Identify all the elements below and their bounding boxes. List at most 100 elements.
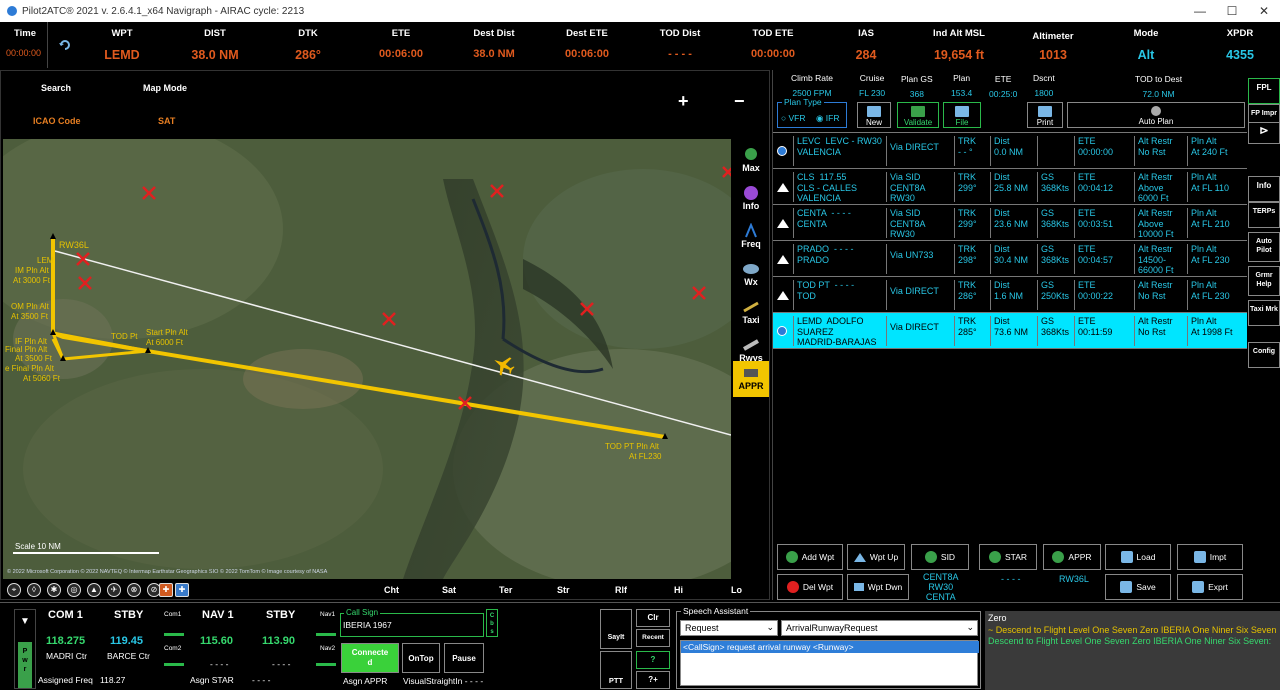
com1-freq[interactable]: 118.275 xyxy=(46,635,85,647)
maximize-button[interactable]: ☐ xyxy=(1216,4,1248,18)
minimize-button[interactable]: — xyxy=(1184,4,1216,18)
file-button[interactable]: File xyxy=(943,102,981,128)
fpl-button[interactable]: FPL xyxy=(1248,78,1280,104)
gear-icon[interactable]: ✱ xyxy=(47,583,61,597)
close-button[interactable]: ✕ xyxy=(1248,4,1280,18)
cbs-button[interactable]: C b s xyxy=(486,609,498,637)
speech-phrase-select[interactable]: ArrivalRunwayRequest ⌄ xyxy=(781,620,978,636)
leg-row[interactable]: CLS 117.55 CLS - CALLES VALENCIA Via SID… xyxy=(773,169,1247,205)
vor-icon[interactable]: ◎ xyxy=(67,583,81,597)
info-side-button[interactable]: Info xyxy=(1248,176,1280,202)
pause-button[interactable]: Pause xyxy=(444,643,484,673)
add-wpt-button[interactable]: Add Wpt xyxy=(777,544,843,570)
leg-row[interactable]: TOD PT - - - - TOD Via DIRECT TRK 286° D… xyxy=(773,277,1247,313)
impt-button[interactable]: Impt xyxy=(1177,544,1243,570)
waypoint-up-icon xyxy=(777,182,789,192)
chart-cht-button[interactable]: Cht xyxy=(384,585,399,595)
leg-row[interactable]: PRADO - - - - PRADO Via UN733 TRK 298° D… xyxy=(773,241,1247,277)
exprt-button[interactable]: Exprt xyxy=(1177,574,1243,600)
max-button[interactable]: Max xyxy=(733,143,769,179)
del-wpt-button[interactable]: Del Wpt xyxy=(777,574,843,600)
autopilot-button[interactable]: Auto Pilot xyxy=(1248,232,1280,262)
appr-button[interactable]: APPR xyxy=(733,361,769,397)
chart-sat-button[interactable]: Sat xyxy=(442,585,456,595)
speech-suggestions[interactable]: <CallSign> request arrival runway <Runwa… xyxy=(680,640,979,686)
freq-button[interactable]: Freq xyxy=(733,219,769,255)
chart-rlf-button[interactable]: Rlf xyxy=(615,585,627,595)
auto-plan-button[interactable]: Auto Plan xyxy=(1067,102,1245,128)
config-button[interactable]: Config xyxy=(1248,342,1280,368)
save-button[interactable]: Save xyxy=(1105,574,1171,600)
chart-lo-button[interactable]: Lo xyxy=(731,585,742,595)
terps-button[interactable]: TERPs xyxy=(1248,202,1280,228)
print-button[interactable]: Print xyxy=(1027,102,1063,128)
plan-climb-rate: Climb Rate 2500 FPM xyxy=(791,73,834,98)
satellite-map[interactable]: RW36L LEM IM Pln Alt At 3000 Ft OM Pln A… xyxy=(3,139,731,579)
clr-button[interactable]: Clr xyxy=(636,609,670,627)
airport-blue-icon[interactable]: ✚ xyxy=(175,583,189,597)
speech-suggestion-item[interactable]: <CallSign> request arrival runway <Runwa… xyxy=(681,641,979,653)
validate-button[interactable]: Validate xyxy=(897,102,939,128)
chart-ter-button[interactable]: Ter xyxy=(499,585,512,595)
time-label: Time xyxy=(14,28,37,39)
sayit-button[interactable]: SayIt xyxy=(600,609,632,649)
taxi-button[interactable]: Taxi xyxy=(733,295,769,331)
wpt-up-button[interactable]: Wpt Up xyxy=(847,544,905,570)
grammar-help-button[interactable]: Grmr Help xyxy=(1248,266,1280,296)
sid-button[interactable]: SID xyxy=(911,544,969,570)
leg-row-selected[interactable]: LEMD ADOLFO SUAREZ MADRID-BARAJAS Via DI… xyxy=(773,313,1247,349)
ontop-button[interactable]: OnTop xyxy=(402,643,440,673)
speech-caption: Speech Assistant xyxy=(681,606,751,616)
chart-str-button[interactable]: Str xyxy=(557,585,570,595)
taxi-markers-button[interactable]: Taxi Mrk xyxy=(1248,300,1280,326)
info-button[interactable]: Info xyxy=(733,181,769,217)
speech-category-select[interactable]: Request ⌄ xyxy=(680,620,778,636)
chart-hi-button[interactable]: Hi xyxy=(674,585,683,595)
map-label-im-pln: IM Pln Alt xyxy=(15,266,50,275)
nav1-stby-freq[interactable]: 113.90 xyxy=(262,635,295,647)
status-ind-alt: Ind Alt MSL 19,654 ft xyxy=(933,28,985,62)
wx-button[interactable]: Wx xyxy=(733,257,769,293)
map-canvas[interactable]: RW36L LEM IM Pln Alt At 3000 Ft OM Pln A… xyxy=(3,139,731,579)
vfr-radio[interactable]: ○ VFR xyxy=(781,113,806,123)
triangle-icon[interactable]: ▲ xyxy=(87,583,101,597)
power-button[interactable]: P w r xyxy=(18,642,32,688)
clock-reset-icon[interactable] xyxy=(58,38,72,52)
connected-button[interactable]: Connecte d xyxy=(341,643,399,673)
radio-dropdown-icon[interactable]: ▼ xyxy=(20,616,30,627)
zoom-in-button[interactable]: + xyxy=(678,91,689,112)
map-label-tod-alt: At FL230 xyxy=(629,452,662,461)
help-button[interactable]: ? xyxy=(636,651,670,669)
ifr-radio[interactable]: ◉ IFR xyxy=(816,113,839,124)
map-mode-label: Map Mode xyxy=(143,83,187,93)
zoom-out-button[interactable]: − xyxy=(734,91,745,112)
callsign-box[interactable]: Call Sign IBERIA 1967 xyxy=(340,608,484,637)
leg-row[interactable]: CENTA - - - - CENTA Via SID CENT8A RW30 … xyxy=(773,205,1247,241)
save-icon xyxy=(1120,581,1133,593)
nav2-indicator xyxy=(316,663,336,666)
shield-icon[interactable]: ◊ xyxy=(27,583,41,597)
leg-row[interactable]: LEVC LEVC - RW30 VALENCIA Via DIRECT TRK… xyxy=(773,133,1247,169)
appr-value: RW36L xyxy=(1059,574,1089,584)
airplane-icon[interactable]: ✈ xyxy=(107,583,121,597)
airport-icon[interactable]: ✚ xyxy=(159,583,173,597)
load-button[interactable]: Load xyxy=(1105,544,1171,570)
status-bar: Time 00:00:00 WPT LEMD DIST 38.0 NM DTK 286… xyxy=(0,22,1280,68)
recent-button[interactable]: Recent xyxy=(636,629,670,647)
wpt-dwn-button[interactable]: Wpt Dwn xyxy=(847,574,909,600)
new-plan-button[interactable]: New xyxy=(857,102,891,128)
map-label-start-pln: Start Pln Alt xyxy=(146,328,189,337)
help-plus-button[interactable]: ?+ xyxy=(636,671,670,689)
search-mode-value[interactable]: ICAO Code xyxy=(33,116,81,126)
nav1-freq[interactable]: 115.60 xyxy=(200,635,233,647)
ils-icon[interactable]: ⊗ xyxy=(127,583,141,597)
star-button[interactable]: STAR xyxy=(979,544,1037,570)
callsign-caption: Call Sign xyxy=(344,608,381,617)
zoom-icon[interactable]: ⌖ xyxy=(7,583,21,597)
com1-stby-freq[interactable]: 119.45 xyxy=(110,635,143,647)
map-mode-value[interactable]: SAT xyxy=(158,116,175,126)
route-arrow-button[interactable]: ⊳ xyxy=(1248,122,1280,144)
map-controls: Search Map Mode ICAO Code SAT + − xyxy=(1,71,771,139)
ptt-button[interactable]: PTT xyxy=(600,651,632,689)
appr-button-plan[interactable]: APPR xyxy=(1043,544,1101,570)
